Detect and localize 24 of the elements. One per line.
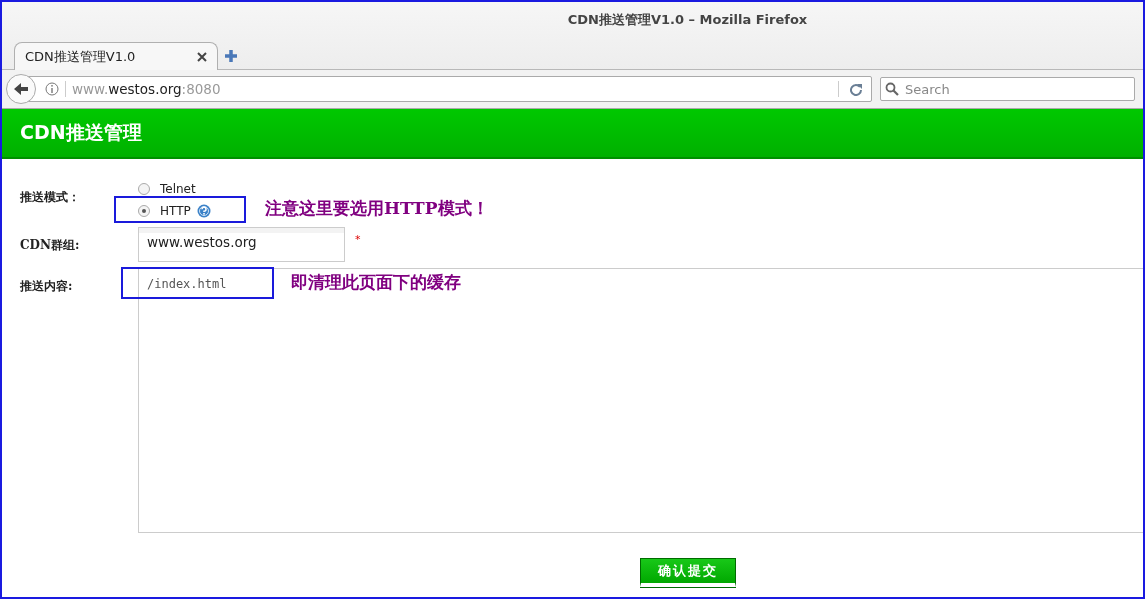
radio-label[interactable]: HTTP: [160, 204, 191, 218]
field-label: CDN群组:: [20, 238, 80, 252]
group-field[interactable]: www.westos.org: [138, 227, 345, 262]
help-icon[interactable]: [196, 204, 211, 218]
back-button[interactable]: [6, 74, 36, 104]
address-field[interactable]: www.westos.org:8080: [26, 76, 872, 102]
page-title: CDN推送管理: [20, 120, 142, 145]
window-title: CDN推送管理V1.0 – Mozilla Firefox: [567, 11, 808, 29]
reload-icon[interactable]: [849, 82, 863, 96]
close-icon[interactable]: [197, 51, 207, 62]
annotation-note: 注意这里要选用HTTP模式！: [265, 197, 489, 220]
back-arrow-icon: [13, 82, 29, 96]
radio-button[interactable]: [138, 183, 150, 195]
field-label: 推送内容:: [20, 279, 73, 293]
plus-icon[interactable]: [224, 49, 238, 63]
search-icon: [885, 82, 899, 96]
annotation-note: 即清理此页面下的缓存: [291, 271, 461, 294]
radio-button[interactable]: [138, 205, 150, 217]
required-mark: *: [355, 232, 361, 246]
info-icon[interactable]: [45, 82, 59, 96]
search-field[interactable]: Search: [880, 77, 1135, 101]
browser-tab[interactable]: CDN推送管理V1.0: [14, 42, 218, 70]
field-label: 推送模式：: [20, 190, 80, 204]
radio-label[interactable]: Telnet: [160, 182, 196, 196]
